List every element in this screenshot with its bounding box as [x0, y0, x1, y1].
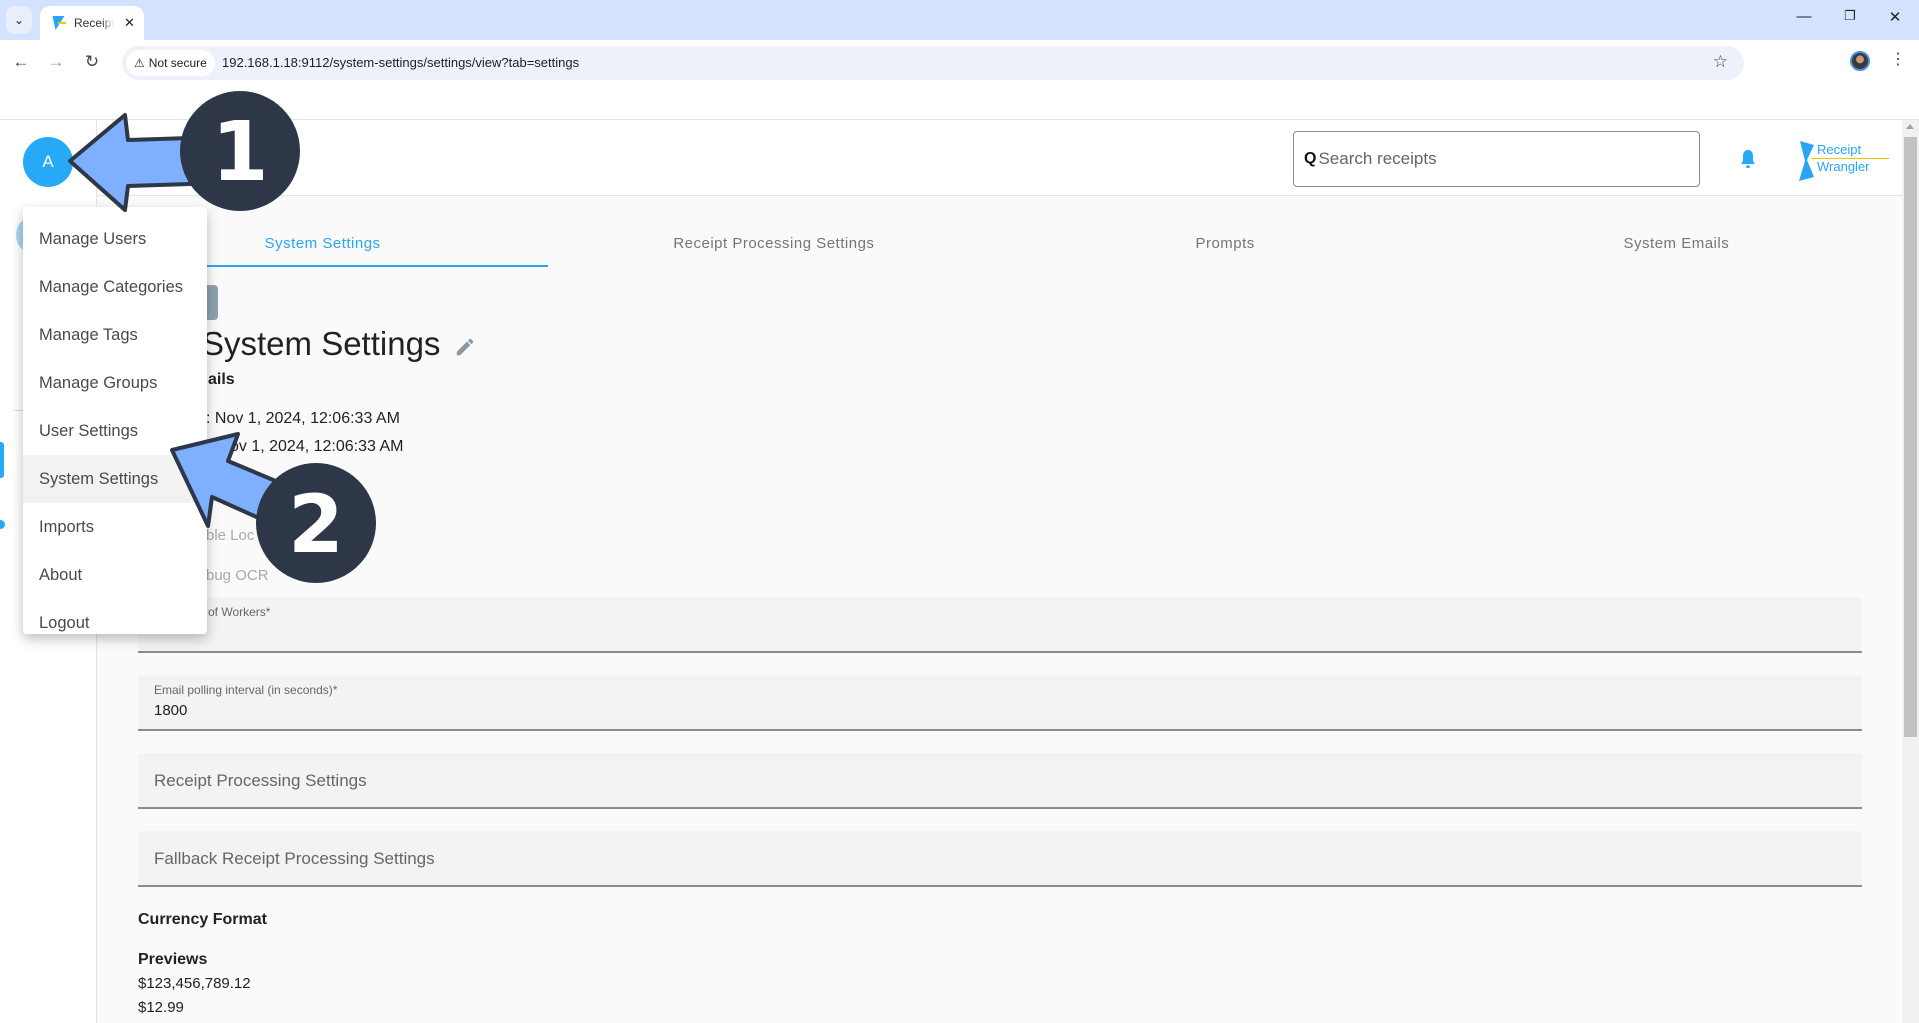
restore-icon[interactable]: ❐: [1838, 8, 1862, 24]
page-scrollbar[interactable]: [1902, 120, 1919, 1023]
security-label: Not secure: [148, 56, 207, 70]
currency-format-heading: Currency Format: [138, 911, 267, 928]
debug-ocr-checkbox[interactable]: bug OCR: [206, 567, 269, 584]
details-heading: ails: [208, 371, 235, 388]
enable-local-signup-label: ble Loc: [206, 527, 255, 544]
number-of-workers-label: of Workers*: [208, 605, 271, 619]
menu-item-imports[interactable]: Imports: [23, 503, 207, 551]
browser-tabstrip: ⌄ Receipt ✕ — ❐ ✕: [0, 0, 1919, 40]
minimize-icon[interactable]: —: [1792, 8, 1816, 25]
menu-item-manage-categories[interactable]: Manage Categories: [23, 263, 207, 311]
fallback-receipt-processing-settings-placeholder: Fallback Receipt Processing Settings: [154, 849, 435, 868]
address-bar[interactable]: ⚠ Not secure 192.168.1.18:9112/system-se…: [122, 46, 1744, 80]
menu-item-logout[interactable]: Logout: [23, 599, 207, 647]
number-of-workers-field[interactable]: of Workers*: [138, 597, 1862, 653]
search-icon: Q: [1304, 150, 1317, 167]
edit-pencil-icon[interactable]: [454, 336, 476, 358]
close-window-icon[interactable]: ✕: [1883, 8, 1907, 26]
email-polling-interval-field[interactable]: Email polling interval (in seconds)* 180…: [138, 675, 1862, 731]
receipt-processing-settings-select[interactable]: Receipt Processing Settings: [138, 753, 1862, 809]
enable-local-signup-checkbox[interactable]: ble Loc up: [206, 527, 341, 544]
menu-item-system-settings[interactable]: System Settings: [23, 455, 207, 503]
search-input[interactable]: Q Search receipts: [1293, 131, 1700, 187]
logo-bow-icon: [1799, 141, 1814, 181]
profile-avatar[interactable]: [1850, 51, 1870, 71]
user-menu: Manage Users Manage Categories Manage Ta…: [23, 207, 207, 634]
email-polling-interval-label: Email polling interval (in seconds)*: [154, 683, 338, 697]
menu-item-manage-users[interactable]: Manage Users: [23, 215, 207, 263]
bookmark-star-icon[interactable]: ☆: [1713, 52, 1728, 72]
receipt-wrangler-logo[interactable]: Receipt Wrangler: [1797, 141, 1889, 181]
created-at-text: : Nov 1, 2024, 12:06:33 AM: [206, 410, 400, 427]
sidebar-dot: [0, 520, 5, 529]
browser-tab[interactable]: Receipt ✕: [40, 6, 144, 40]
logo-text-line1: Receipt: [1817, 142, 1862, 157]
browser-menu-icon[interactable]: ⋮: [1890, 49, 1906, 69]
chevron-down-icon: ⌄: [13, 13, 25, 27]
url-text[interactable]: 192.168.1.18:9112/system-settings/settin…: [222, 55, 579, 70]
page-title: System Settings: [202, 325, 441, 362]
forward-icon[interactable]: →: [44, 52, 68, 72]
logo-text-line2: Wrangler: [1817, 159, 1870, 174]
warning-icon: ⚠: [134, 56, 145, 70]
tab-prompts[interactable]: Prompts: [1000, 220, 1451, 268]
notification-bell-icon[interactable]: [1740, 149, 1756, 169]
tab-system-emails[interactable]: System Emails: [1451, 220, 1902, 268]
enable-local-signup-label-tail: up: [324, 527, 342, 544]
menu-item-about[interactable]: About: [23, 551, 207, 599]
user-avatar-button[interactable]: A: [23, 137, 73, 187]
logo-text: Receipt Wrangler: [1817, 141, 1870, 175]
app: A Q Search receipts Receipt Wrangler Sys…: [0, 120, 1902, 1023]
browser-tab-title: Receipt: [74, 16, 114, 30]
receipt-processing-settings-placeholder: Receipt Processing Settings: [154, 771, 367, 790]
app-header: Q Search receipts Receipt Wrangler: [97, 120, 1902, 196]
search-placeholder: Search receipts: [1318, 149, 1437, 168]
settings-tabs: System Settings Receipt Processing Setti…: [97, 220, 1902, 268]
currency-preview-large: $123,456,789.12: [138, 975, 251, 992]
receipt-wrangler-favicon-icon: [50, 15, 66, 31]
close-tab-icon[interactable]: ✕: [124, 15, 135, 31]
tab-receipt-processing-settings[interactable]: Receipt Processing Settings: [548, 220, 999, 268]
currency-preview-small: $12.99: [138, 999, 184, 1016]
scroll-up-arrow-icon[interactable]: [1906, 124, 1914, 129]
updated-at-text: ov 1, 2024, 12:06:33 AM: [230, 438, 404, 455]
reload-icon[interactable]: ↻: [80, 52, 104, 72]
menu-item-manage-tags[interactable]: Manage Tags: [23, 311, 207, 359]
fallback-receipt-processing-settings-select[interactable]: Fallback Receipt Processing Settings: [138, 831, 1862, 887]
previews-heading: Previews: [138, 951, 208, 968]
sidebar-active-indicator: [0, 442, 4, 478]
scroll-thumb[interactable]: [1904, 137, 1917, 737]
email-polling-interval-value: 1800: [154, 702, 188, 719]
browser-toolbar: ← → ↻ ⚠ Not secure 192.168.1.18:9112/sys…: [0, 40, 1919, 120]
menu-item-manage-groups[interactable]: Manage Groups: [23, 359, 207, 407]
tab-search-button[interactable]: ⌄: [6, 6, 32, 34]
menu-item-user-settings[interactable]: User Settings: [23, 407, 207, 455]
security-chip[interactable]: ⚠ Not secure: [126, 50, 215, 76]
back-icon[interactable]: ←: [9, 52, 33, 72]
